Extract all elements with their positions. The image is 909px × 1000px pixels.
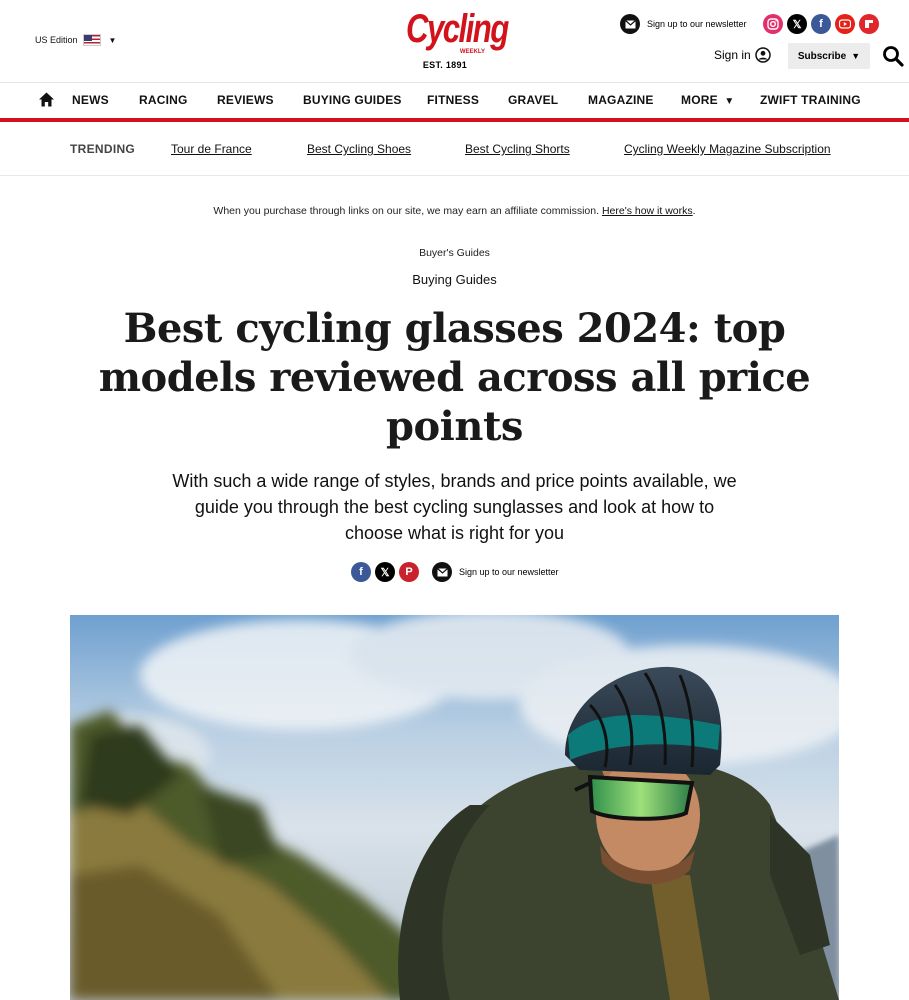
nav-more-label: MORE — [681, 93, 718, 107]
chevron-down-icon: ▼ — [724, 96, 735, 107]
nav-item-news[interactable]: NEWS — [72, 93, 109, 107]
us-flag-icon — [82, 34, 101, 46]
sign-in-button[interactable]: Sign in — [714, 47, 771, 63]
main-nav: NEWS RACING REVIEWS BUYING GUIDES FITNES… — [0, 82, 909, 118]
nav-item-magazine[interactable]: MAGAZINE — [588, 93, 654, 107]
site-logo[interactable]: Cycling WEEKLY EST. 1891 — [395, 7, 509, 70]
newsletter-label: Sign up to our newsletter — [647, 19, 747, 29]
affiliate-end: . — [692, 205, 696, 217]
x-icon[interactable]: 𝕏 — [375, 562, 395, 582]
subscribe-button[interactable]: Subscribe ▼ — [788, 43, 870, 69]
trending-link[interactable]: Cycling Weekly Magazine Subscription — [624, 142, 831, 156]
nav-item-reviews[interactable]: REVIEWS — [217, 93, 274, 107]
mail-icon — [432, 562, 452, 582]
flipboard-icon[interactable] — [859, 14, 879, 34]
facebook-icon[interactable]: f — [811, 14, 831, 34]
social-links: 𝕏 f — [763, 14, 879, 34]
affiliate-text: When you purchase through links on our s… — [213, 205, 600, 217]
trending-label: TRENDING — [70, 142, 136, 156]
nav-item-gravel[interactable]: GRAVEL — [508, 93, 558, 107]
newsletter-label: Sign up to our newsletter — [459, 567, 559, 577]
breadcrumb-primary[interactable]: Buyer's Guides — [0, 247, 909, 259]
trending-link[interactable]: Best Cycling Shorts — [465, 142, 570, 156]
cyclist-photo — [70, 615, 839, 1000]
sign-in-label: Sign in — [714, 48, 751, 62]
nav-item-more[interactable]: MORE ▼ — [681, 93, 734, 107]
breadcrumb-secondary[interactable]: Buying Guides — [0, 272, 909, 287]
logo-wordmark: Cycling — [406, 7, 509, 51]
nav-item-zwift-training[interactable]: ZWIFT TRAINING — [760, 93, 861, 107]
edition-label: US Edition — [35, 35, 78, 45]
instagram-icon[interactable] — [763, 14, 783, 34]
mail-icon — [620, 14, 640, 34]
edition-selector[interactable]: US Edition ▼ — [35, 34, 116, 46]
search-icon[interactable] — [882, 45, 904, 67]
pinterest-icon[interactable]: P — [399, 562, 419, 582]
facebook-icon[interactable]: f — [351, 562, 371, 582]
chevron-down-icon: ▼ — [851, 51, 861, 61]
x-icon[interactable]: 𝕏 — [787, 14, 807, 34]
hero-image — [70, 615, 839, 1000]
newsletter-signup-link[interactable]: Sign up to our newsletter — [620, 14, 747, 34]
affiliate-link[interactable]: Here's how it works — [602, 205, 693, 217]
site-header: US Edition ▼ Cycling WEEKLY EST. 1891 Si… — [0, 0, 909, 82]
share-bar: f 𝕏 P Sign up to our newsletter — [351, 562, 559, 582]
youtube-icon[interactable] — [835, 14, 855, 34]
chevron-down-icon: ▼ — [108, 35, 117, 45]
affiliate-disclosure: When you purchase through links on our s… — [0, 205, 909, 217]
nav-item-racing[interactable]: RACING — [139, 93, 188, 107]
article-strapline: With such a wide range of styles, brands… — [172, 471, 737, 543]
nav-item-buying-guides[interactable]: BUYING GUIDES — [303, 93, 402, 107]
logo-established: EST. 1891 — [422, 60, 468, 70]
logo-weekly: WEEKLY — [459, 49, 485, 55]
user-icon — [754, 47, 771, 63]
page-title: Best cycling glasses 2024: top models re… — [98, 305, 811, 450]
newsletter-signup-link[interactable]: Sign up to our newsletter — [432, 562, 559, 582]
trending-link[interactable]: Best Cycling Shoes — [307, 142, 411, 156]
nav-item-fitness[interactable]: FITNESS — [427, 93, 479, 107]
subscribe-label: Subscribe — [797, 50, 847, 62]
trending-bar: TRENDING Tour de France Best Cycling Sho… — [0, 122, 909, 176]
trending-link[interactable]: Tour de France — [171, 142, 252, 156]
home-icon[interactable] — [38, 91, 55, 108]
